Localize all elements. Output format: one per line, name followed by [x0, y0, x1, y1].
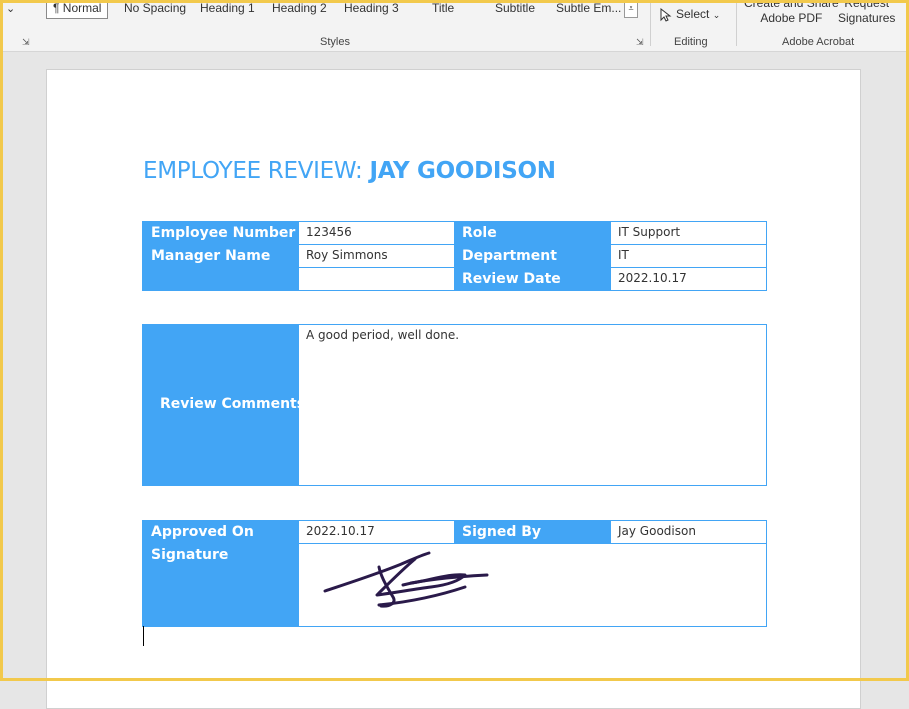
signed-by-cell[interactable]: Jay Goodison [611, 521, 766, 543]
department-value[interactable]: IT [618, 248, 629, 262]
style-subtitle[interactable]: Subtitle [495, 0, 535, 18]
department-label: Department [462, 248, 557, 264]
review-comments-cell[interactable]: A good period, well done. [299, 325, 766, 485]
style-title[interactable]: Title [432, 0, 454, 18]
select-label: Select [676, 7, 710, 21]
signature-cell[interactable] [299, 544, 766, 626]
create-share-line2: Adobe PDF [760, 11, 823, 25]
cursor-arrow-icon [660, 7, 672, 22]
style-normal[interactable]: ¶ Normal [46, 0, 109, 19]
text-cursor [143, 626, 144, 646]
title-prefix: EMPLOYEE REVIEW: [143, 158, 370, 184]
review-comments-table: Review Comments A good period, well done… [142, 324, 767, 486]
signature-image [323, 551, 489, 608]
row-divider [299, 267, 454, 268]
create-share-line1: Create and Share [744, 0, 839, 10]
info-label-column-2: Role Department Review Date [454, 222, 611, 290]
approval-label-column: Approved On Signature [143, 521, 299, 626]
create-share-pdf-button[interactable]: Create and Share Adobe PDF [744, 0, 839, 26]
employee-number-label: Employee Number [151, 225, 296, 241]
chevron-down-icon: ⌄ [712, 10, 721, 20]
row-divider [611, 267, 766, 268]
manager-name-value[interactable]: Roy Simmons [306, 248, 388, 262]
chevron-down-icon[interactable]: ⌄ [6, 2, 15, 15]
signature-label: Signature [151, 547, 229, 563]
info-value-column: 123456 Roy Simmons [299, 222, 454, 290]
signed-by-label-cell: Signed By [454, 521, 611, 543]
acrobat-group-label: Adobe Acrobat [782, 36, 855, 48]
employee-number-value[interactable]: 123456 [306, 225, 352, 239]
row-divider [611, 244, 766, 245]
gallery-more-icon[interactable]: ⩡ [624, 0, 638, 18]
ribbon-separator [736, 0, 737, 46]
ribbon-separator [650, 0, 651, 46]
review-comments-label: Review Comments [160, 396, 306, 412]
request-signatures-button[interactable]: Request Signatures [838, 0, 895, 26]
review-date-value[interactable]: 2022.10.17 [618, 271, 687, 285]
manager-name-label: Manager Name [151, 248, 271, 264]
info-label-column: Employee Number Manager Name [143, 222, 299, 290]
font-dialog-launcher-icon[interactable]: ⇲ [22, 37, 30, 48]
page-title: EMPLOYEE REVIEW: JAY GOODISON [143, 158, 556, 184]
info-value-column-2: IT Support IT 2022.10.17 [611, 222, 766, 290]
review-comments-text[interactable]: A good period, well done. [306, 328, 459, 342]
editing-group-label: Editing [674, 36, 708, 48]
approval-table: Approved On Signature 2022.10.17 Signed … [142, 520, 767, 627]
review-comments-label-cell: Review Comments [143, 325, 305, 485]
signed-by-value[interactable]: Jay Goodison [618, 524, 696, 538]
request-sign-line2: Signatures [838, 11, 896, 25]
style-no-spacing[interactable]: No Spacing [124, 0, 186, 18]
style-heading-3[interactable]: Heading 3 [344, 0, 399, 18]
ribbon: ⌄ ⇲ ¶ Normal No Spacing Heading 1 Headin… [0, 0, 909, 52]
style-heading-1[interactable]: Heading 1 [200, 0, 255, 18]
styles-group-label: Styles [320, 36, 350, 48]
approved-on-cell[interactable]: 2022.10.17 [299, 521, 454, 543]
role-value[interactable]: IT Support [618, 225, 680, 239]
request-sign-line1: Request [844, 0, 890, 10]
style-subtle-emphasis[interactable]: Subtle Em... [556, 0, 621, 18]
styles-gallery: ¶ Normal No Spacing Heading 1 Heading 2 … [46, 0, 640, 20]
review-date-label: Review Date [462, 271, 561, 287]
document-page[interactable]: EMPLOYEE REVIEW: JAY GOODISON Employee N… [46, 69, 861, 709]
select-button[interactable]: Select ⌄ [660, 7, 720, 22]
approved-on-value[interactable]: 2022.10.17 [306, 524, 375, 538]
employee-info-table: Employee Number Manager Name 123456 Roy … [142, 221, 767, 291]
role-label: Role [462, 225, 497, 241]
approved-on-label: Approved On [151, 524, 254, 540]
styles-dialog-launcher-icon[interactable]: ⇲ [636, 37, 644, 48]
row-divider [299, 244, 454, 245]
title-employee-name: JAY GOODISON [369, 158, 556, 184]
style-heading-2[interactable]: Heading 2 [272, 0, 327, 18]
signed-by-label: Signed By [462, 524, 542, 540]
